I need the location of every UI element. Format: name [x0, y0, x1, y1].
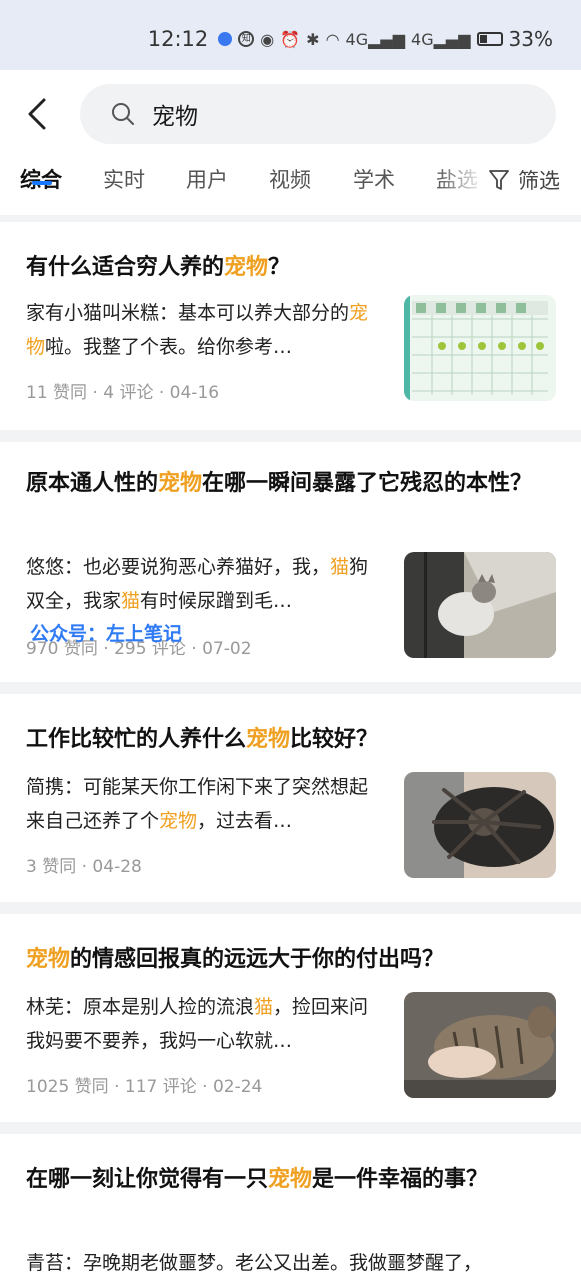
card-meta: 1025 赞同 · 117 评论 · 02-24	[26, 1077, 263, 1097]
notification-icon: 知	[238, 31, 255, 47]
card-thumbnail[interactable]	[404, 772, 556, 878]
result-card[interactable]: 有什么适合穷人养的宠物？ 家有小猫叫米糕：基本可以养大部分的宠物啦。我整了个表。…	[0, 222, 581, 430]
active-tab-indicator	[32, 181, 52, 185]
filter-icon	[489, 170, 509, 190]
result-card[interactable]: 工作比较忙的人养什么宠物比较好？ 简携：可能某天你工作闲下来了突然想起来自己还养…	[0, 694, 581, 902]
eye-icon: ◉	[260, 29, 275, 49]
search-input[interactable]: 宠物	[80, 84, 556, 144]
status-bar: 12:12 知 ◉ ⏰ ✱ ◠ 4G▂▄▆ 4G▂▄▆ 33%	[0, 0, 581, 70]
card-title[interactable]: 宠物的情感回报真的远远大于你的付出吗？	[26, 940, 541, 979]
battery-icon	[476, 32, 503, 46]
card-excerpt: 悠悠：也必要说狗恶心养猫好，我，猫狗双全，我家猫有时候尿蹭到毛…	[26, 556, 369, 612]
result-card[interactable]: 宠物的情感回报真的远远大于你的付出吗？ 林芜：原本是别人捡的流浪猫，捡回来问我妈…	[0, 914, 581, 1122]
shield-icon	[218, 32, 233, 46]
card-thumbnail[interactable]	[404, 552, 556, 658]
card-title[interactable]: 有什么适合穷人养的宠物？	[26, 248, 541, 287]
wifi-icon: ◠	[325, 29, 340, 49]
result-card[interactable]: 在哪一刻让你觉得有一只宠物是一件幸福的事？ 青苔：孕晚期老做噩梦。老公又出差。我…	[0, 1134, 581, 1280]
alarm-icon: ⏰	[280, 29, 301, 49]
card-excerpt: 家有小猫叫米糕：基本可以养大部分的宠物啦。我整了个表。给你参考…	[26, 302, 369, 358]
signal-icon-2: 4G▂▄▆	[411, 29, 471, 49]
back-arrow-icon	[28, 98, 46, 130]
card-excerpt: 简携：可能某天你工作闲下来了突然想起来自己还养了个宠物，过去看…	[26, 776, 369, 832]
search-icon	[112, 103, 134, 125]
card-thumbnail[interactable]	[404, 992, 556, 1098]
card-title[interactable]: 在哪一刻让你觉得有一只宠物是一件幸福的事？	[26, 1160, 541, 1199]
card-title[interactable]: 工作比较忙的人养什么宠物比较好？	[26, 720, 541, 759]
battery-level: 33%	[508, 27, 553, 51]
card-title[interactable]: 原本通人性的宠物在哪一瞬间暴露了它残忍的本性？	[26, 464, 541, 503]
watermark: 公众号：左上笔记	[30, 623, 183, 645]
signal-icon: 4G▂▄▆	[345, 29, 406, 49]
tab-users[interactable]: 用户	[186, 160, 228, 200]
search-query: 宠物	[152, 104, 198, 130]
search-header: 宠物 综合 实时 用户 视频 学术 盐选 筛选	[0, 70, 581, 215]
tab-academic[interactable]: 学术	[353, 160, 395, 200]
bluetooth-icon: ✱	[306, 29, 320, 49]
tab-realtime[interactable]: 实时	[103, 160, 145, 200]
card-meta: 11 赞同 · 4 评论 · 04-16	[26, 383, 220, 403]
tab-videos[interactable]: 视频	[269, 160, 311, 200]
filter-label: 筛选	[518, 169, 560, 193]
tab-fade	[436, 160, 486, 200]
card-thumbnail[interactable]	[404, 295, 556, 401]
tab-comprehensive[interactable]: 综合	[20, 160, 62, 200]
card-excerpt: 林芜：原本是别人捡的流浪猫，捡回来问我妈要不要养，我妈一心软就…	[26, 996, 369, 1052]
status-time: 12:12	[147, 27, 209, 51]
back-button[interactable]	[22, 96, 52, 132]
card-excerpt: 青苔：孕晚期老做噩梦。老公又出差。我做噩梦醒了，	[26, 1252, 483, 1274]
result-card[interactable]: 原本通人性的宠物在哪一瞬间暴露了它残忍的本性？ 悠悠：也必要说狗恶心养猫好，我，…	[0, 442, 581, 682]
card-meta: 3 赞同 · 04-28	[26, 857, 142, 877]
filter-button[interactable]: 筛选	[488, 160, 560, 200]
